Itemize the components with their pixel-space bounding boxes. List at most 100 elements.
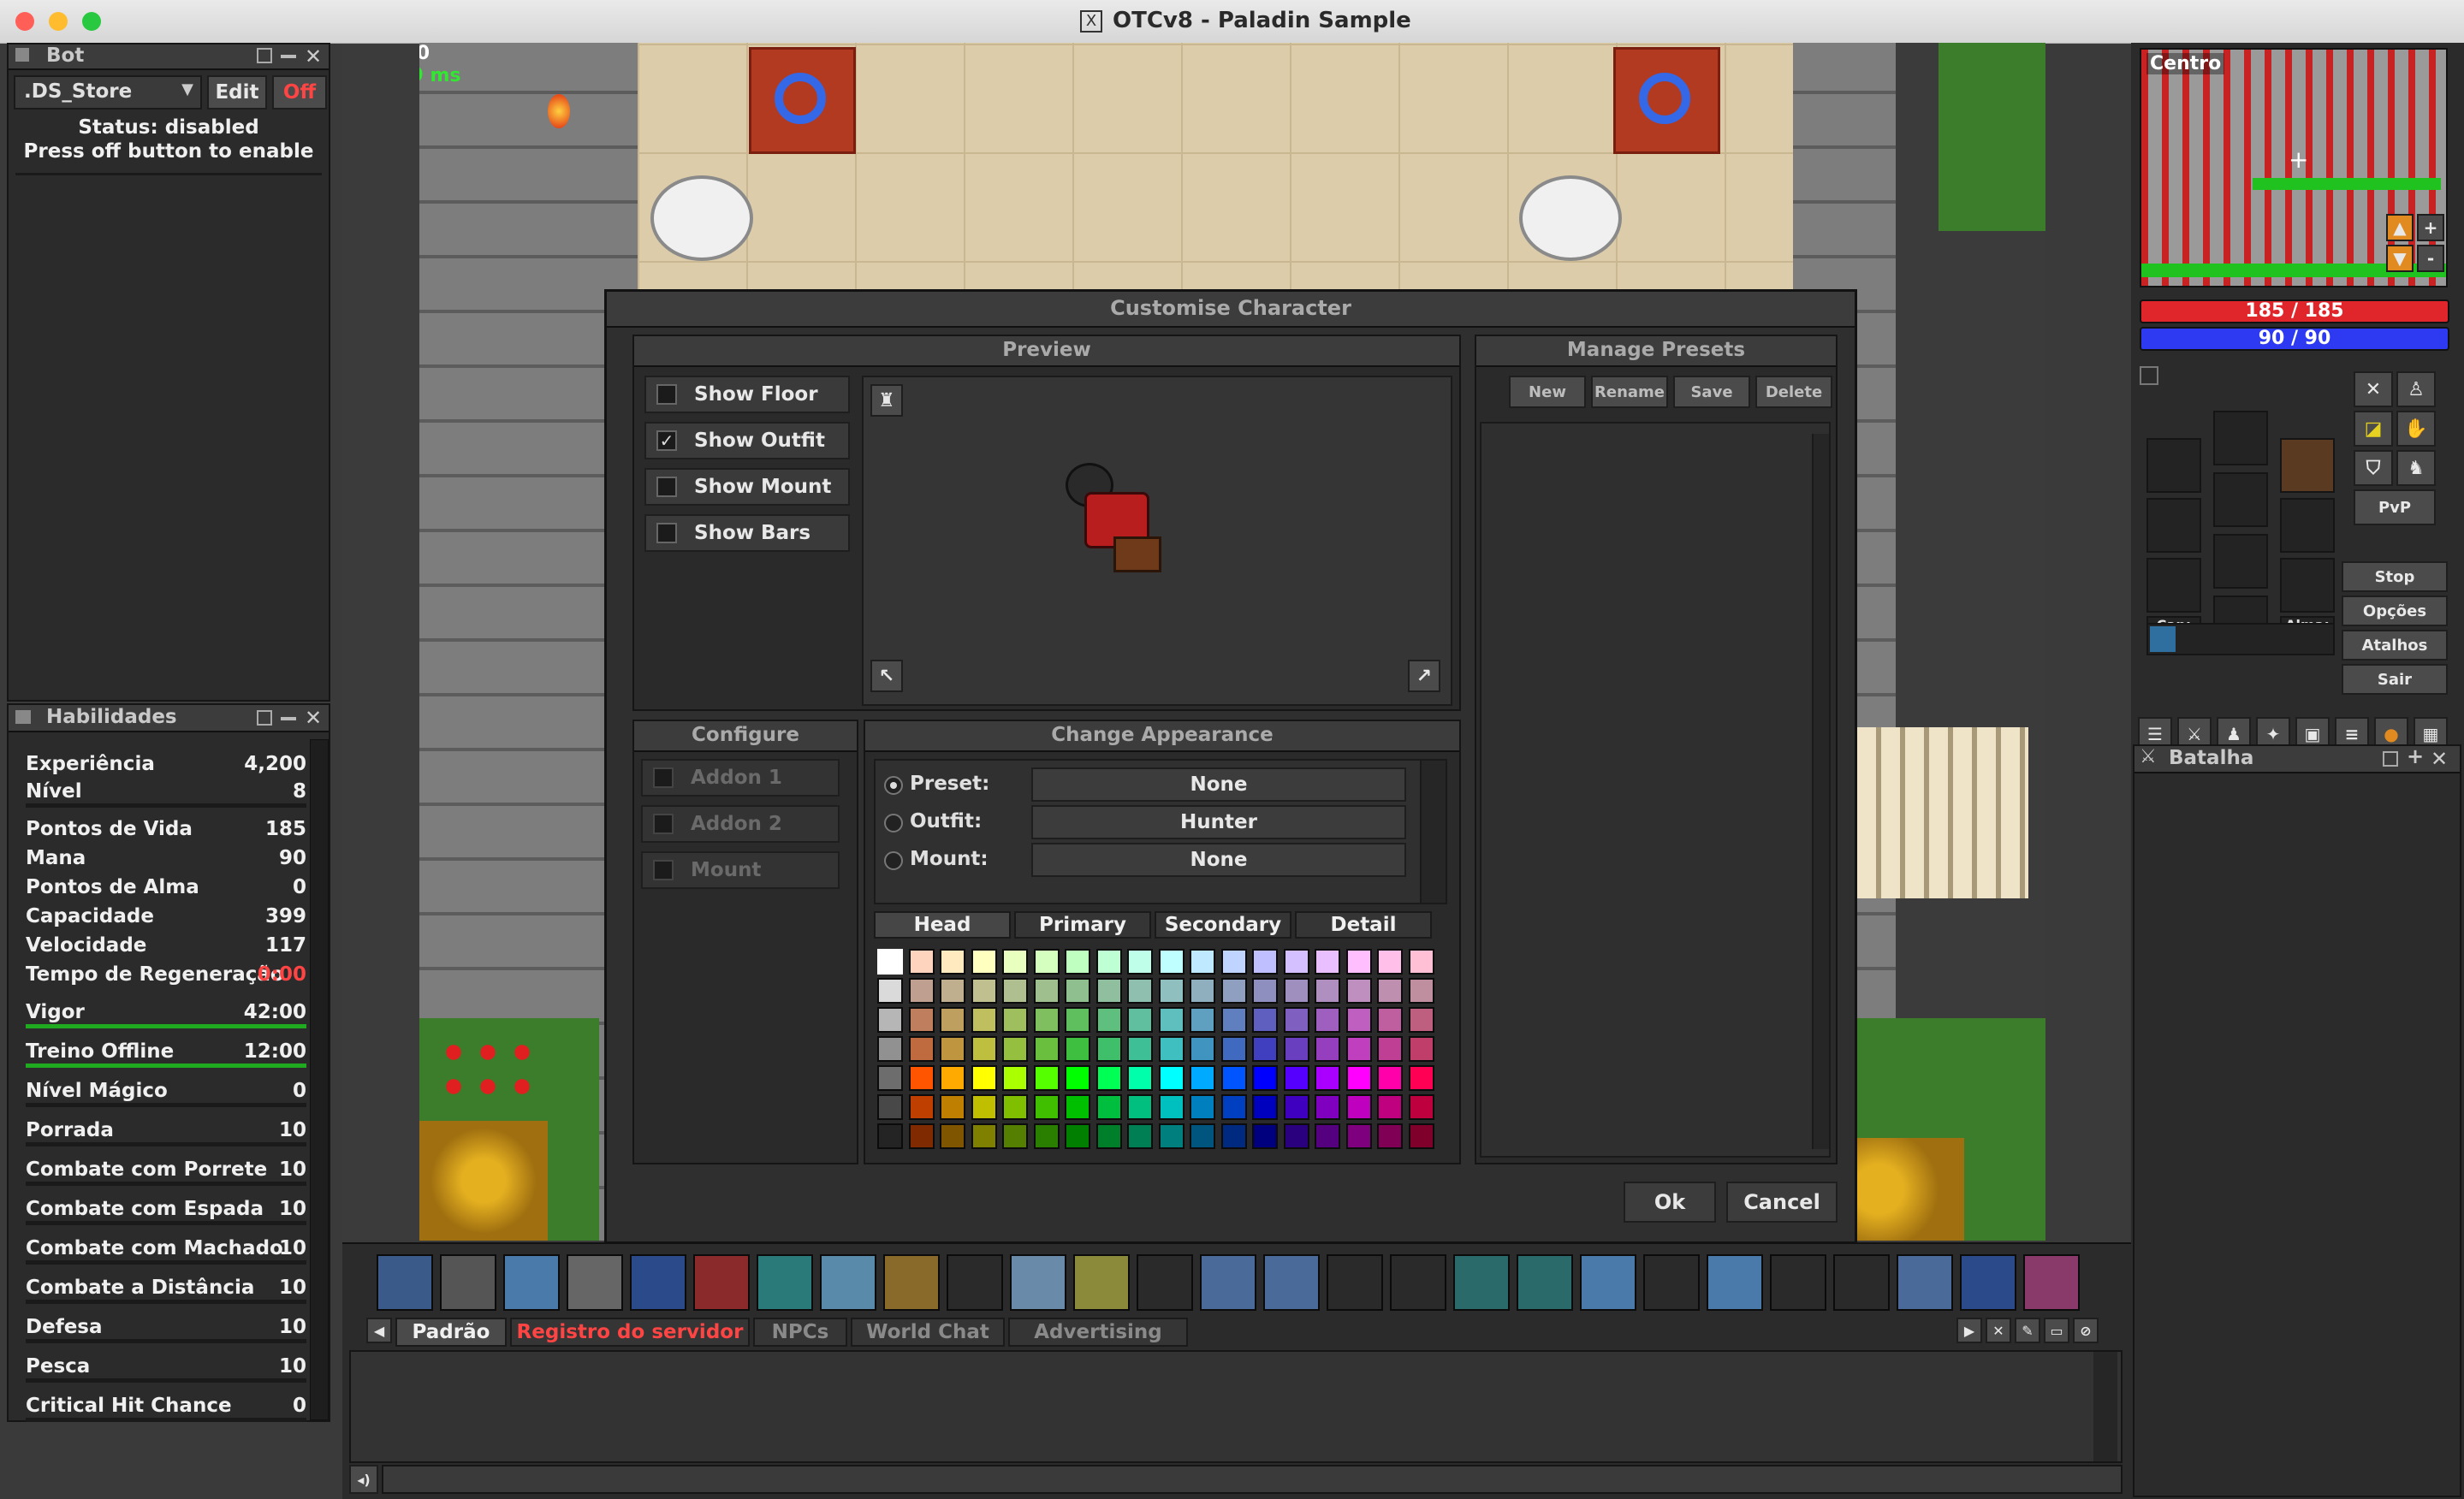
color-swatch[interactable] bbox=[1377, 978, 1403, 1004]
ok-button[interactable]: Ok bbox=[1624, 1182, 1716, 1223]
zoom-in-button[interactable]: + bbox=[2417, 214, 2444, 241]
color-swatch[interactable] bbox=[1190, 1065, 1215, 1091]
color-swatch[interactable] bbox=[1345, 1007, 1372, 1033]
color-swatch[interactable] bbox=[1002, 1036, 1028, 1062]
color-swatch[interactable] bbox=[1033, 1007, 1060, 1033]
color-swatch[interactable] bbox=[1095, 1036, 1122, 1062]
color-swatch[interactable] bbox=[1252, 949, 1278, 975]
hotbar-slot[interactable] bbox=[630, 1254, 686, 1311]
color-swatch[interactable] bbox=[1283, 1123, 1309, 1149]
color-swatch[interactable] bbox=[1252, 1123, 1278, 1149]
color-swatch[interactable] bbox=[1002, 1094, 1028, 1120]
color-swatch[interactable] bbox=[1190, 1123, 1215, 1149]
color-swatch[interactable] bbox=[1345, 1065, 1372, 1091]
color-swatch[interactable] bbox=[908, 1036, 935, 1062]
color-swatch[interactable] bbox=[1095, 1094, 1122, 1120]
color-swatch[interactable] bbox=[1283, 949, 1309, 975]
console-close-tab-icon[interactable]: ✕ bbox=[1986, 1318, 2011, 1343]
options-button[interactable]: Opções bbox=[2342, 595, 2448, 626]
hotbar-slot[interactable] bbox=[820, 1254, 876, 1311]
color-swatch[interactable] bbox=[1002, 1065, 1028, 1091]
color-swatch[interactable] bbox=[1408, 1094, 1434, 1120]
preset-delete-button[interactable]: Delete bbox=[1755, 376, 1832, 408]
mount-checkbox[interactable] bbox=[653, 860, 674, 880]
color-swatch[interactable] bbox=[1158, 1007, 1185, 1033]
color-swatch[interactable] bbox=[908, 1007, 935, 1033]
color-swatch[interactable] bbox=[1315, 1065, 1340, 1091]
hotbar-slot[interactable] bbox=[757, 1254, 813, 1311]
color-swatch[interactable] bbox=[1220, 1094, 1247, 1120]
color-swatch[interactable] bbox=[1345, 949, 1372, 975]
color-swatch[interactable] bbox=[1408, 1065, 1434, 1091]
console-prev-tab-icon[interactable]: ◀ bbox=[366, 1318, 392, 1343]
hotbar-slot[interactable] bbox=[377, 1254, 433, 1311]
hotbar-slot[interactable] bbox=[1960, 1254, 2016, 1311]
color-swatch[interactable] bbox=[877, 1123, 903, 1149]
color-swatch[interactable] bbox=[940, 1007, 965, 1033]
console-say-mode-icon[interactable]: ◂) bbox=[349, 1465, 378, 1494]
minimize-icon[interactable] bbox=[281, 55, 296, 58]
color-swatch[interactable] bbox=[1408, 978, 1434, 1004]
color-swatch[interactable] bbox=[971, 1007, 997, 1033]
hotbar-slot[interactable] bbox=[1580, 1254, 1636, 1311]
console-input[interactable] bbox=[382, 1465, 2123, 1494]
color-swatch[interactable] bbox=[877, 1065, 903, 1091]
minimize-window-button[interactable] bbox=[49, 12, 68, 31]
tab-npcs[interactable]: NPCs bbox=[753, 1318, 847, 1347]
color-swatch[interactable] bbox=[1002, 949, 1028, 975]
hotbar-slot[interactable] bbox=[1263, 1254, 1320, 1311]
color-swatch[interactable] bbox=[1283, 1065, 1309, 1091]
color-swatch[interactable] bbox=[1283, 1007, 1309, 1033]
hotbar-slot[interactable] bbox=[1707, 1254, 1763, 1311]
mount-value[interactable]: None bbox=[1031, 843, 1406, 877]
color-swatch[interactable] bbox=[1377, 949, 1403, 975]
bot-off-button[interactable]: Off bbox=[272, 75, 327, 110]
color-swatch[interactable] bbox=[1065, 1007, 1090, 1033]
tab-server-log[interactable]: Registro do servidor bbox=[510, 1318, 750, 1347]
color-swatch[interactable] bbox=[1095, 978, 1122, 1004]
color-swatch[interactable] bbox=[1315, 949, 1340, 975]
add-icon[interactable]: + bbox=[2407, 744, 2424, 768]
show-outfit-checkbox[interactable]: ✓ bbox=[656, 430, 677, 451]
slot-backpack[interactable] bbox=[2280, 438, 2335, 493]
tab-default[interactable]: Padrão bbox=[395, 1318, 507, 1347]
show-outfit-toggle[interactable]: ✓ Show Outfit bbox=[644, 422, 850, 459]
addon1-checkbox[interactable] bbox=[653, 767, 674, 788]
color-swatch[interactable] bbox=[1220, 978, 1247, 1004]
color-swatch[interactable] bbox=[1127, 1065, 1153, 1091]
color-swatch[interactable] bbox=[1127, 1123, 1153, 1149]
color-swatch[interactable] bbox=[1345, 1123, 1372, 1149]
hotbar-slot[interactable] bbox=[1833, 1254, 1890, 1311]
color-swatch[interactable] bbox=[1002, 1123, 1028, 1149]
color-swatch[interactable] bbox=[1315, 1036, 1340, 1062]
close-icon[interactable]: ✕ bbox=[305, 706, 322, 730]
hotbar-slot[interactable] bbox=[1453, 1254, 1510, 1311]
bot-edit-button[interactable]: Edit bbox=[207, 75, 267, 110]
stand-button[interactable]: ✋ bbox=[2396, 411, 2436, 447]
slot-armor[interactable] bbox=[2213, 472, 2268, 527]
color-swatch[interactable] bbox=[877, 978, 903, 1004]
mount-radio[interactable] bbox=[884, 851, 903, 870]
preset-new-button[interactable]: New bbox=[1509, 376, 1586, 408]
console-next-tab-icon[interactable]: ▶ bbox=[1956, 1318, 1982, 1343]
stop-button[interactable]: Stop bbox=[2342, 561, 2448, 592]
show-floor-toggle[interactable]: Show Floor bbox=[644, 376, 850, 413]
tab-advertising[interactable]: Advertising bbox=[1008, 1318, 1188, 1347]
color-swatch[interactable] bbox=[908, 1065, 935, 1091]
color-swatch[interactable] bbox=[877, 1007, 903, 1033]
minimap[interactable]: Centro + ▲ + ▼ - bbox=[2140, 48, 2448, 287]
bot-panel-header[interactable]: Bot ✕ bbox=[9, 44, 329, 70]
preset-rename-button[interactable]: Rename bbox=[1591, 376, 1668, 408]
color-swatch[interactable] bbox=[1065, 1065, 1090, 1091]
hotkeys-button[interactable]: Atalhos bbox=[2342, 630, 2448, 661]
minimize-icon[interactable] bbox=[281, 717, 296, 720]
preset-save-button[interactable]: Save bbox=[1673, 376, 1750, 408]
hotbar-slot[interactable] bbox=[1897, 1254, 1953, 1311]
color-swatch[interactable] bbox=[1158, 1094, 1185, 1120]
color-swatch[interactable] bbox=[971, 949, 997, 975]
color-swatch[interactable] bbox=[1315, 1007, 1340, 1033]
console-clear-icon[interactable]: ✎ bbox=[2015, 1318, 2040, 1343]
color-swatch[interactable] bbox=[1190, 1036, 1215, 1062]
color-swatch[interactable] bbox=[1033, 1065, 1060, 1091]
color-swatch[interactable] bbox=[971, 1094, 997, 1120]
